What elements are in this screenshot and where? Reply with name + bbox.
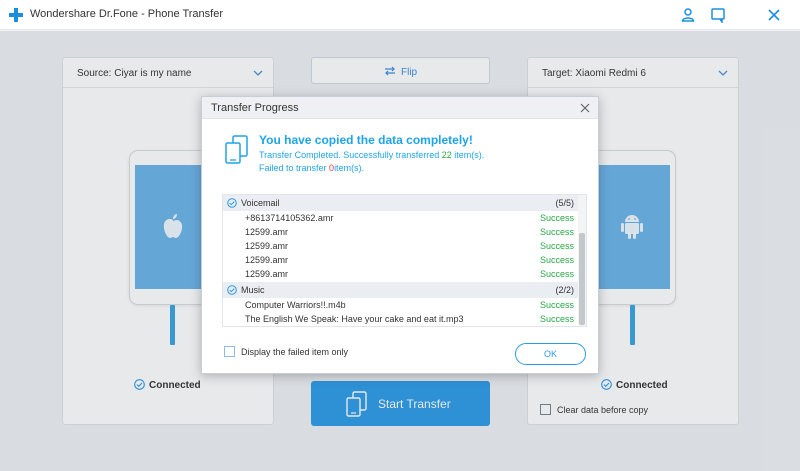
app-title: Wondershare Dr.Fone - Phone Transfer — [30, 8, 224, 20]
list-scrollbar[interactable] — [578, 195, 586, 326]
summary-failed-line: Failed to transfer 0item(s). — [259, 163, 364, 173]
feedback-icon[interactable] — [710, 7, 726, 23]
failed-text-suffix: item(s). — [334, 163, 365, 173]
ok-button[interactable]: OK — [515, 343, 586, 365]
success-text-suffix: item(s). — [454, 150, 485, 160]
list-item: Computer Warriors!!.m4b Success — [223, 299, 578, 313]
display-failed-checkbox[interactable] — [224, 346, 235, 357]
file-name: 12599.amr — [245, 269, 289, 279]
list-item: 12599.amr Success — [223, 254, 578, 268]
category-name: Music — [241, 285, 265, 295]
transferred-count: 22 — [441, 150, 452, 160]
summary-success-line: Transfer Completed. Successfully transfe… — [259, 150, 484, 160]
file-name: Computer Warriors!!.m4b — [245, 300, 346, 310]
file-name: 12599.amr — [245, 255, 289, 265]
list-item: 12599.amr Success — [223, 226, 578, 240]
category-music[interactable]: Music (2/2) — [223, 282, 578, 298]
summary-title: You have copied the data completely! — [259, 133, 473, 147]
status-text: Success — [539, 255, 574, 265]
account-icon[interactable] — [680, 7, 696, 23]
status-text: Success — [539, 300, 574, 310]
transfer-progress-dialog: Transfer Progress You have copied the da… — [201, 96, 599, 374]
transfer-complete-icon — [225, 135, 248, 164]
status-text: Success — [539, 213, 574, 223]
display-failed-label: Display the failed item only — [241, 347, 349, 357]
status-text: Success — [539, 241, 574, 251]
status-text: Success — [539, 227, 574, 237]
window-close-icon[interactable] — [766, 7, 782, 23]
category-voicemail[interactable]: Voicemail (5/5) — [223, 195, 578, 211]
failed-text-prefix: Failed to transfer — [259, 163, 327, 173]
check-circle-icon — [227, 285, 237, 295]
list-item: The English We Speak: Have your cake and… — [223, 313, 578, 326]
dialog-title: Transfer Progress — [211, 102, 299, 114]
category-count: (2/2) — [555, 285, 574, 295]
transfer-item-list[interactable]: Voicemail (5/5) +8613714105362.amr Succe… — [222, 194, 587, 327]
dialog-header: Transfer Progress — [202, 97, 598, 119]
list-item: +8613714105362.amr Success — [223, 212, 578, 226]
file-name: +8613714105362.amr — [245, 213, 334, 223]
category-count: (5/5) — [555, 198, 574, 208]
status-text: Success — [539, 314, 574, 324]
display-failed-option[interactable]: Display the failed item only — [224, 346, 348, 357]
success-text-prefix: Transfer Completed. Successfully transfe… — [259, 150, 440, 160]
drfone-logo-icon — [9, 8, 23, 22]
title-bar: Wondershare Dr.Fone - Phone Transfer — [0, 0, 800, 30]
check-circle-icon — [227, 198, 237, 208]
category-name: Voicemail — [241, 198, 280, 208]
file-name: 12599.amr — [245, 241, 289, 251]
list-item: 12599.amr Success — [223, 240, 578, 254]
scrollbar-thumb[interactable] — [579, 233, 585, 325]
file-name: The English We Speak: Have your cake and… — [245, 314, 464, 324]
file-name: 12599.amr — [245, 227, 289, 237]
dialog-close-icon[interactable] — [579, 102, 591, 114]
list-item: 12599.amr Success — [223, 268, 578, 282]
status-text: Success — [539, 269, 574, 279]
